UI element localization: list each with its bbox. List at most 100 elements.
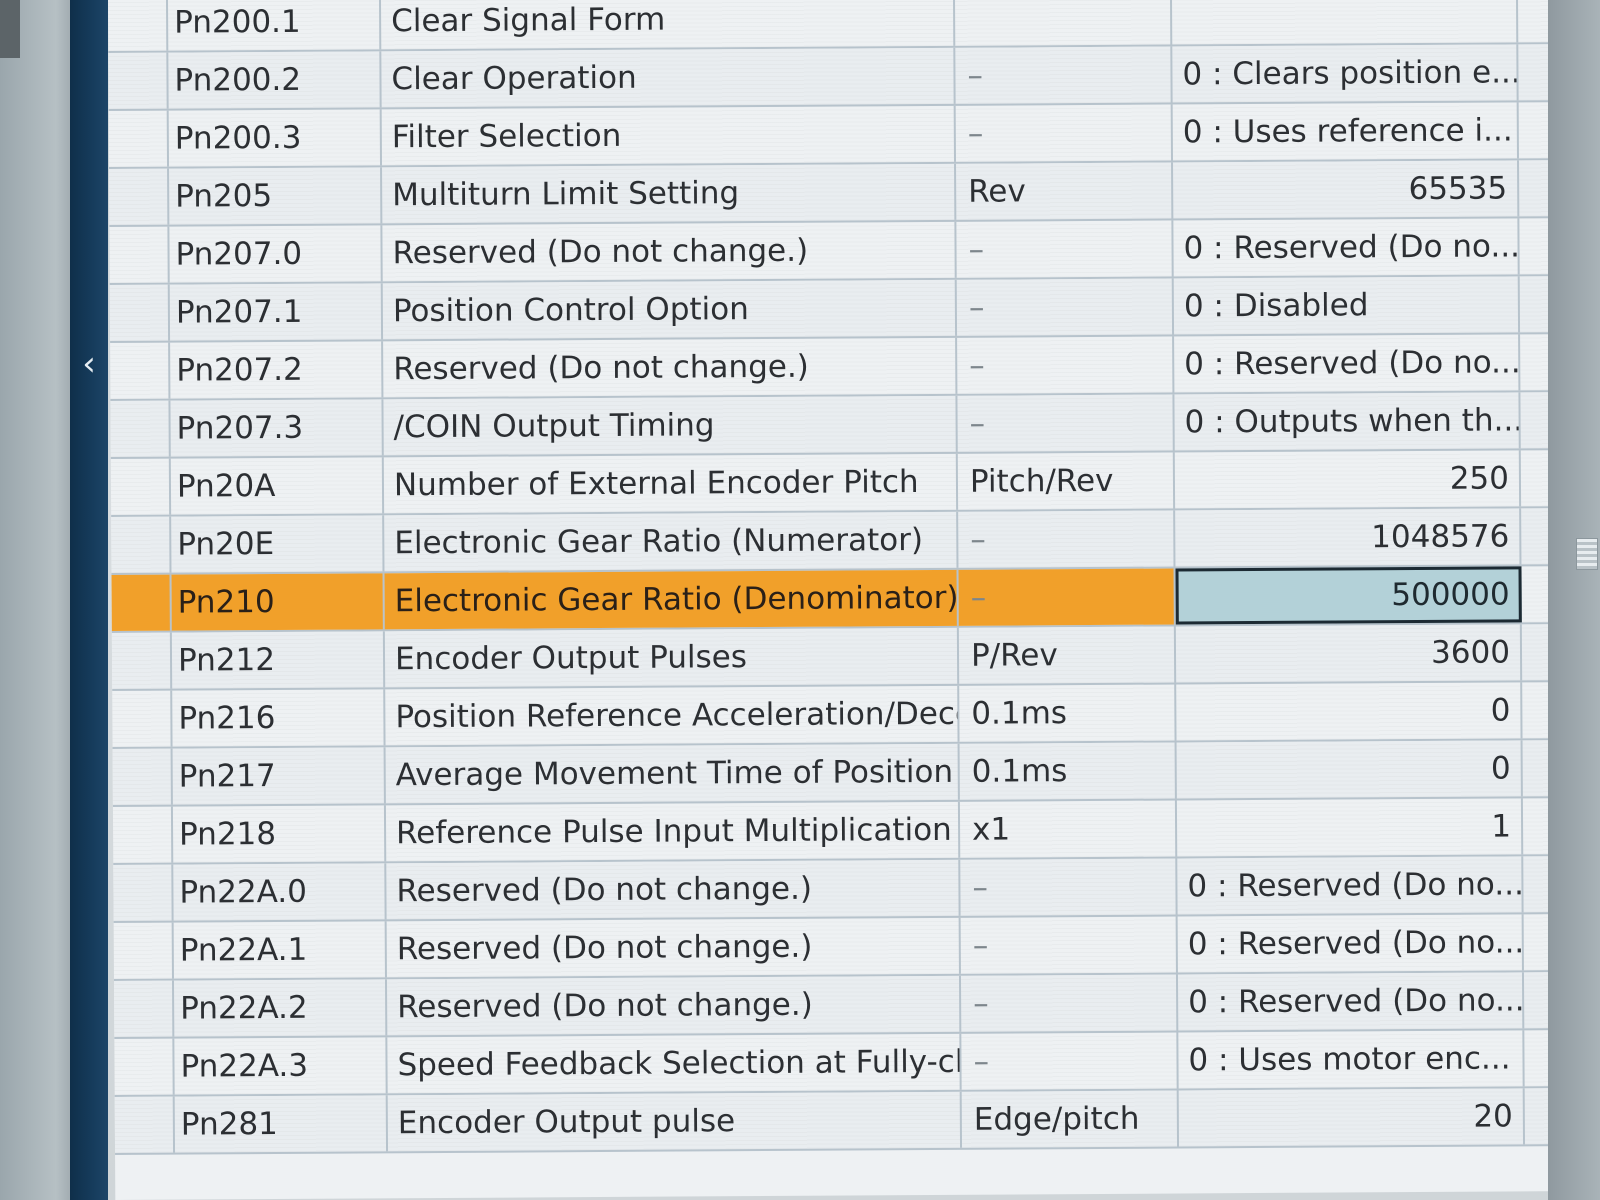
row-gutter[interactable] [109, 168, 170, 225]
row-gutter[interactable] [110, 400, 171, 457]
parameter-unit-cell: – [955, 46, 1173, 104]
table-row[interactable]: Pn22A.3 Speed Feedback Selection at Fully… [114, 1030, 1555, 1097]
row-gutter[interactable] [110, 342, 171, 399]
row-gutter[interactable] [114, 1038, 175, 1095]
row-gutter[interactable] [111, 516, 172, 573]
parameter-unit-cell: – [955, 104, 1174, 162]
parameter-value-cell[interactable]: 0 [1176, 682, 1523, 741]
parameter-number-cell: Pn22A.2 [173, 979, 388, 1037]
parameter-value-cell[interactable]: 0 : Reserved (Do no... [1177, 914, 1524, 973]
parameter-name-cell: Speed Feedback Selection at Fully-clos [387, 1033, 962, 1094]
parameter-number-cell: Pn207.0 [169, 225, 383, 283]
collapse-panel-icon[interactable]: ‹ [72, 340, 106, 388]
parameter-value-cell[interactable]: 0 : Disabled [1173, 276, 1521, 335]
parameter-value-cell[interactable]: 3600 [1175, 624, 1523, 683]
parameter-unit-cell [954, 0, 1173, 46]
table-row[interactable]: Pn218 Reference Pulse Input Multiplicatio… [112, 798, 1554, 865]
table-row[interactable]: Pn200.3 Filter Selection –0 : Uses referen… [108, 102, 1550, 169]
row-gutter[interactable] [109, 226, 170, 283]
navigation-panel [70, 0, 108, 1200]
row-gutter[interactable] [113, 922, 174, 979]
table-row[interactable]: Pn200.2 Clear Operation –0 : Clears positi… [108, 44, 1549, 111]
parameter-number-cell: Pn22A.1 [173, 921, 387, 979]
parameter-number-cell: Pn20A [170, 457, 385, 515]
parameter-value-cell[interactable]: 1048576 [1175, 508, 1522, 567]
table-row[interactable]: Pn22A.2 Reserved (Do not change.) –0 : Res… [113, 972, 1555, 1039]
parameter-name-cell: Position Reference Acceleration/Decele [385, 685, 960, 746]
parameter-name-cell: Encoder Output pulse [387, 1091, 963, 1152]
parameter-value-cell[interactable]: 0 : Clears position e... [1172, 44, 1519, 103]
parameter-value-cell[interactable]: 0 : Reserved (Do no... [1177, 856, 1524, 915]
row-gutter[interactable] [108, 52, 169, 109]
parameter-name-cell: Reserved (Do not change.) [386, 975, 962, 1036]
parameter-value-cell[interactable]: 250 [1174, 450, 1522, 509]
parameter-unit-cell: Rev [956, 162, 1174, 220]
parameter-value-cell[interactable]: 20 [1178, 1088, 1526, 1147]
table-row[interactable]: Pn20A Number of External Encoder Pitch Pit… [110, 450, 1552, 517]
parameter-name-cell: Reference Pulse Input Multiplication [385, 801, 961, 862]
table-row[interactable]: Pn207.0 Reserved (Do not change.) –0 : Res… [109, 218, 1550, 285]
parameter-name-cell: Position Control Option [382, 279, 958, 340]
table-row[interactable]: Pn22A.1 Reserved (Do not change.) –0 : Res… [113, 914, 1554, 981]
parameter-name-cell: Reserved (Do not change.) [386, 917, 961, 978]
table-row[interactable]: Pn207.3/COIN Output Timing –0 : Outputs w… [110, 392, 1551, 459]
window-edge [0, 0, 20, 58]
parameter-value-cell[interactable]: 0 [1176, 740, 1523, 799]
row-gutter[interactable] [113, 864, 174, 921]
row-gutter[interactable] [113, 980, 175, 1037]
row-gutter[interactable] [107, 0, 169, 51]
table-row[interactable]: Pn22A.0 Reserved (Do not change.) –0 : Res… [113, 856, 1554, 923]
table-row[interactable]: Pn216 Position Reference Acceleration/Dec… [112, 682, 1553, 749]
row-gutter[interactable] [109, 284, 171, 341]
parameter-number-cell: Pn210 [171, 573, 385, 631]
parameter-unit-cell: 0.1ms [959, 684, 1177, 742]
row-gutter[interactable] [108, 110, 170, 167]
table-row[interactable]: Pn217 Average Movement Time of Position R… [112, 740, 1553, 807]
parameter-unit-cell: P/Rev [958, 626, 1177, 684]
parameter-number-cell: Pn281 [174, 1095, 389, 1153]
monitor-bezel-left [0, 0, 70, 1200]
parameter-number-cell: Pn212 [171, 631, 386, 689]
scroll-marker-icon[interactable] [1576, 538, 1598, 570]
parameter-value-cell[interactable]: 0 : Reserved (Do no... [1174, 334, 1521, 393]
parameter-number-cell: Pn217 [172, 747, 386, 805]
parameter-unit-cell: – [960, 974, 1179, 1032]
monitor-screen: ‹ Pn200.1 Clear Signal Form Pn200.2 Clear O… [0, 0, 1600, 1200]
parameter-unit-cell: – [956, 220, 1174, 278]
row-gutter[interactable] [112, 690, 173, 747]
parameter-value-cell[interactable]: 65535 [1173, 160, 1520, 219]
parameter-value-cell[interactable]: 1 [1176, 798, 1524, 857]
parameter-value-input[interactable]: 500000 [1175, 566, 1522, 625]
parameter-name-cell: Multiturn Limit Setting [382, 163, 957, 224]
parameter-value-cell[interactable]: 0 : Uses reference i... [1172, 102, 1519, 161]
parameter-unit-cell: – [957, 336, 1175, 394]
parameter-value-cell[interactable]: 0 : Uses motor enc... [1178, 1030, 1525, 1089]
parameter-name-cell: Electronic Gear Ratio (Numerator) [384, 511, 959, 572]
parameter-number-cell: Pn22A.3 [174, 1037, 388, 1095]
row-gutter[interactable] [112, 806, 174, 863]
table-row[interactable]: Pn207.1 Position Control Option –0 : Disab… [109, 276, 1551, 343]
table-row[interactable]: Pn205 Multiturn Limit Setting Rev 65535 [109, 160, 1550, 227]
parameter-number-cell: Pn22A.0 [173, 863, 387, 921]
parameter-number-cell: Pn207.3 [170, 399, 384, 457]
row-gutter[interactable] [110, 458, 172, 515]
parameter-name-cell: Average Movement Time of Position Re [385, 743, 960, 804]
row-gutter[interactable] [114, 1096, 176, 1153]
table-row-selected[interactable]: Pn210 Electronic Gear Ratio (Denominator)… [111, 566, 1552, 633]
parameter-unit-cell: Edge/pitch [961, 1090, 1180, 1148]
parameter-value-cell[interactable] [1171, 0, 1519, 45]
row-gutter[interactable] [111, 574, 172, 631]
parameter-name-cell: /COIN Output Timing [383, 395, 958, 456]
parameter-unit-cell: Pitch/Rev [957, 452, 1176, 510]
parameter-value-cell[interactable]: 0 : Outputs when th... [1174, 392, 1521, 451]
parameter-value-cell[interactable]: 0 : Reserved (Do no... [1177, 972, 1525, 1031]
row-gutter[interactable] [112, 748, 173, 805]
table-row[interactable]: Pn281 Encoder Output pulse Edge/pitch 20 [114, 1088, 1556, 1155]
table-row[interactable]: Pn207.2 Reserved (Do not change.) –0 : Res… [110, 334, 1551, 401]
parameter-name-cell: Electronic Gear Ratio (Denominator) [384, 569, 959, 630]
parameter-value-cell[interactable]: 0 : Reserved (Do no... [1173, 218, 1520, 277]
row-gutter[interactable] [111, 632, 173, 689]
table-row[interactable]: Pn212 Encoder Output Pulses P/Rev 3600 [111, 624, 1553, 691]
table-row[interactable]: Pn20E Electronic Gear Ratio (Numerator) –1… [111, 508, 1552, 575]
parameter-table: Pn200.1 Clear Signal Form Pn200.2 Clear Ope… [107, 0, 1558, 1200]
